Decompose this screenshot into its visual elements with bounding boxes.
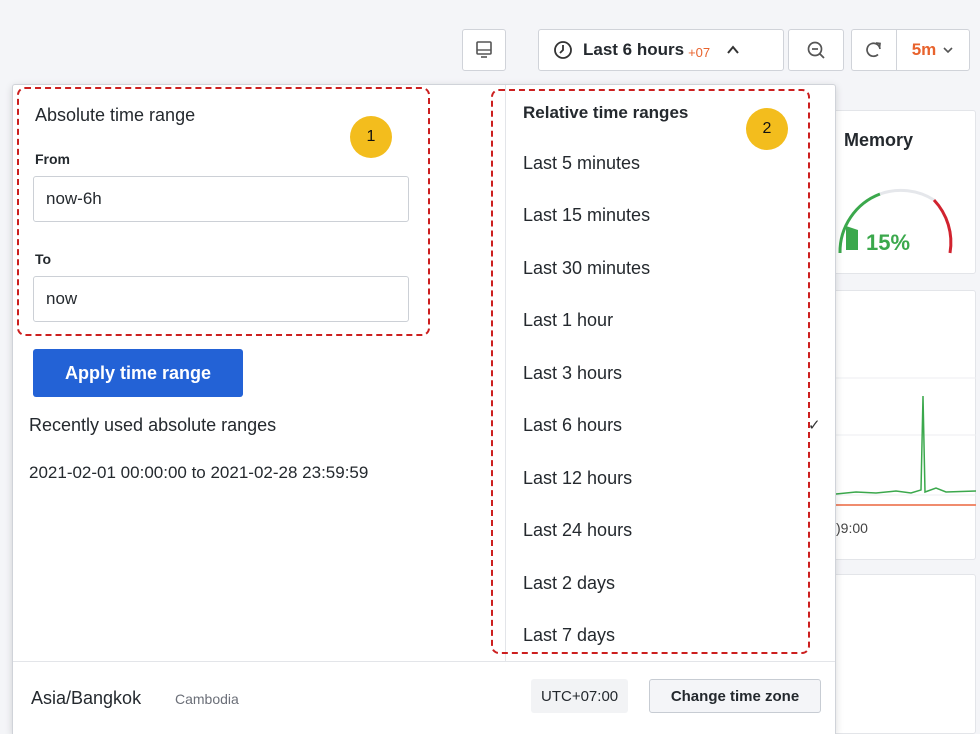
annotation-badge-1: 1: [350, 116, 392, 158]
memory-panel-title: Memory: [844, 130, 914, 150]
graph-time-label: )9:00: [836, 520, 868, 536]
apply-time-range-button[interactable]: Apply time range: [33, 349, 243, 397]
timezone-country: Cambodia: [175, 691, 239, 707]
time-range-tz-offset: +07: [688, 44, 711, 60]
lower-panel: [826, 574, 976, 734]
utc-offset-badge: UTC+07:00: [531, 679, 629, 713]
recent-range-item[interactable]: 2021-02-01 00:00:00 to 2021-02-28 23:59:…: [29, 463, 368, 483]
clock-icon: [554, 41, 572, 59]
graph-chart: [826, 377, 976, 506]
recent-ranges-title: Recently used absolute ranges: [29, 415, 277, 435]
refresh-icon: [866, 42, 881, 58]
time-range-picker-button[interactable]: Last 6 hours +07: [538, 29, 784, 71]
zoom-out-icon: [807, 41, 825, 59]
chevron-down-icon: [943, 47, 953, 54]
refresh-interval-dropdown[interactable]: 5m: [896, 29, 970, 71]
refresh-button[interactable]: [851, 29, 896, 71]
timezone-name: Asia/Bangkok: [31, 688, 142, 708]
cycle-view-mode-button[interactable]: [462, 29, 506, 71]
memory-gauge-value: 15%: [866, 230, 911, 255]
monitor-icon: [476, 41, 492, 58]
chevron-up-icon: [727, 45, 739, 54]
change-time-zone-button[interactable]: Change time zone: [649, 679, 821, 713]
zoom-out-button[interactable]: [788, 29, 844, 71]
refresh-interval-label: 5m: [911, 40, 937, 59]
time-range-label: Last 6 hours: [583, 40, 685, 59]
annotation-box-relative-ranges: [491, 89, 810, 654]
annotation-badge-2: 2: [746, 108, 788, 150]
timezone-footer: Asia/Bangkok Cambodia UTC+07:00 Change t…: [13, 661, 835, 734]
